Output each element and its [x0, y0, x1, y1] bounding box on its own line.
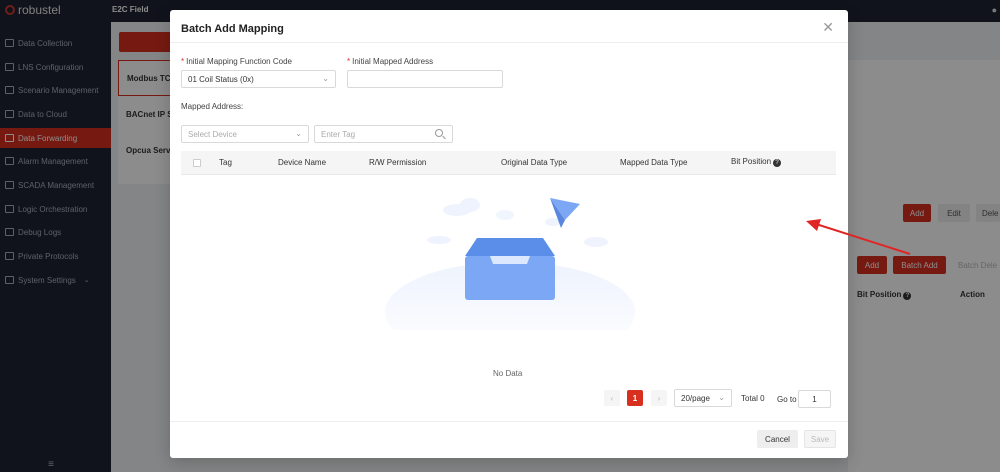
select-all-checkbox[interactable] [193, 159, 201, 167]
column-device-name: Device Name [278, 158, 327, 167]
header-divider [170, 42, 848, 43]
mapped-address-section-label: Mapped Address: [181, 102, 244, 111]
column-original-data-type: Original Data Type [501, 158, 568, 167]
prev-page-button[interactable]: ‹ [604, 390, 620, 406]
goto-page-input[interactable] [798, 390, 831, 408]
mapped-address-input[interactable] [347, 70, 503, 88]
footer-divider [170, 421, 848, 422]
chevron-down-icon: ⌄ [295, 129, 302, 138]
chevron-down-icon: ⌄ [718, 393, 725, 402]
device-select[interactable]: Select Device ⌄ [181, 125, 309, 143]
goto-label: Go to [777, 395, 797, 404]
pagination-total: Total 0 [741, 394, 765, 403]
dialog-title: Batch Add Mapping [181, 23, 284, 35]
required-asterisk: * [347, 57, 351, 66]
empty-box-illustration [385, 198, 635, 330]
mapping-table-header: Tag Device Name R/W Permission Original … [181, 151, 836, 175]
next-page-button[interactable]: › [651, 390, 667, 406]
tag-search-input[interactable] [314, 125, 453, 143]
empty-state-text: No Data [493, 369, 523, 378]
column-tag: Tag [219, 158, 232, 167]
close-icon[interactable]: ✕ [822, 19, 834, 36]
chevron-down-icon: ⌄ [322, 74, 329, 83]
save-button[interactable]: Save [804, 430, 836, 448]
function-code-label: * Initial Mapping Function Code [181, 57, 292, 66]
help-icon[interactable]: ? [773, 159, 782, 167]
mapped-address-label: * Initial Mapped Address [347, 57, 434, 66]
required-asterisk: * [181, 57, 185, 66]
column-mapped-data-type: Mapped Data Type [620, 158, 688, 167]
page-button-current[interactable]: 1 [627, 390, 643, 406]
search-icon[interactable] [435, 129, 443, 137]
page-size-select[interactable]: 20/page ⌄ [674, 389, 732, 407]
column-bit-position: Bit Position? [731, 157, 782, 167]
function-code-select[interactable]: 01 Coil Status (0x) ⌄ [181, 70, 336, 88]
batch-add-mapping-dialog: Batch Add Mapping ✕ * Initial Mapping Fun… [170, 10, 848, 458]
cancel-button[interactable]: Cancel [757, 430, 798, 448]
column-rw-permission: R/W Permission [369, 158, 427, 167]
